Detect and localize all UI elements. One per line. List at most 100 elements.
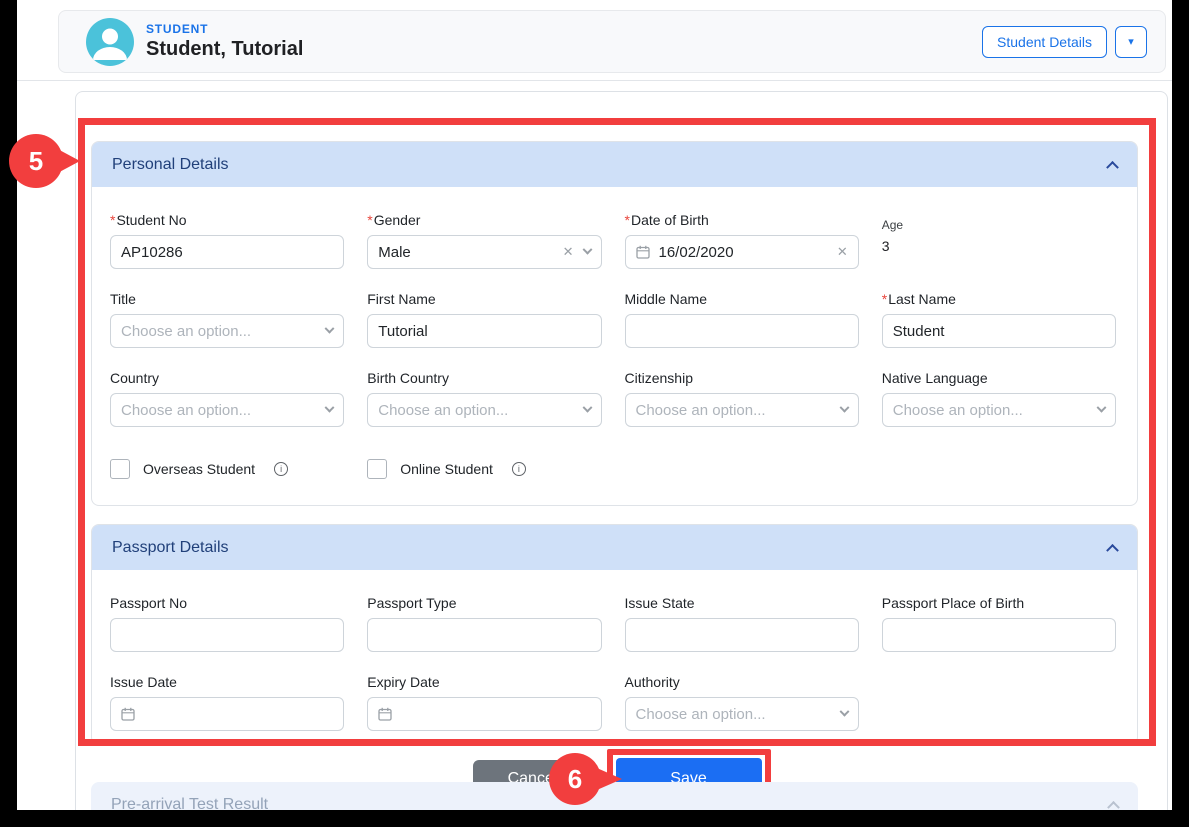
- step-number: 6: [568, 764, 582, 794]
- chevron-down-icon: [582, 402, 592, 412]
- chevron-up-icon: [1107, 801, 1120, 810]
- dob-label: Date of Birth: [631, 212, 709, 228]
- info-icon: i: [274, 462, 288, 476]
- required-marker: *: [110, 212, 115, 228]
- calendar-icon: [378, 707, 392, 721]
- student-details-dropdown-button[interactable]: ▾: [1115, 26, 1147, 58]
- field-student-no: *Student No: [110, 212, 344, 269]
- passport-details-body: Passport No Passport Type Issue State: [92, 570, 1137, 744]
- issue-state-input[interactable]: [625, 618, 859, 652]
- birth-country-placeholder: Choose an option...: [378, 402, 583, 419]
- passport-details-header[interactable]: Passport Details: [92, 525, 1137, 570]
- chevron-down-icon: [839, 706, 849, 716]
- passport-details-section: Passport Details Passport No Passport Ty…: [91, 524, 1138, 745]
- field-passport-type: Passport Type: [367, 595, 601, 652]
- dob-datepicker[interactable]: 16/02/2020 ✕: [625, 235, 859, 269]
- passport-place-of-birth-label: Passport Place of Birth: [882, 595, 1116, 611]
- personal-details-header[interactable]: Personal Details: [92, 142, 1137, 187]
- online-student-label: Online Student: [400, 461, 493, 477]
- citizenship-select[interactable]: Choose an option...: [625, 393, 859, 427]
- student-details-button[interactable]: Student Details: [982, 26, 1107, 58]
- authority-placeholder: Choose an option...: [636, 706, 841, 723]
- country-placeholder: Choose an option...: [121, 402, 326, 419]
- title-label: Title: [110, 291, 344, 307]
- header-text: STUDENT Student, Tutorial: [146, 22, 982, 61]
- field-issue-state: Issue State: [625, 595, 859, 652]
- online-student-field: Online Student i: [367, 459, 601, 479]
- age-value: 3: [882, 238, 1116, 254]
- dob-value: 16/02/2020: [659, 244, 734, 261]
- info-icon: i: [512, 462, 526, 476]
- native-language-select[interactable]: Choose an option...: [882, 393, 1116, 427]
- passport-type-input[interactable]: [367, 618, 601, 652]
- student-flags-row: Overseas Student i Online Student i: [110, 459, 1116, 505]
- student-no-label: Student No: [116, 212, 186, 228]
- clear-icon[interactable]: ✕: [837, 244, 848, 260]
- native-language-placeholder: Choose an option...: [893, 402, 1098, 419]
- chevron-down-icon: [582, 244, 592, 254]
- clear-icon[interactable]: ✕: [563, 244, 574, 260]
- header-actions: Student Details ▾: [982, 26, 1147, 58]
- citizenship-placeholder: Choose an option...: [636, 402, 841, 419]
- passport-type-label: Passport Type: [367, 595, 601, 611]
- page-title: Student, Tutorial: [146, 38, 982, 61]
- middle-name-label: Middle Name: [625, 291, 859, 307]
- passport-place-of-birth-input[interactable]: [882, 618, 1116, 652]
- birth-country-label: Birth Country: [367, 370, 601, 386]
- field-first-name: First Name: [367, 291, 601, 348]
- empty-cell: [882, 674, 1116, 731]
- issue-state-label: Issue State: [625, 595, 859, 611]
- native-language-label: Native Language: [882, 370, 1116, 386]
- chevron-down-icon: [839, 402, 849, 412]
- field-date-of-birth: *Date of Birth 16/02/2020: [625, 212, 859, 269]
- overseas-student-checkbox[interactable]: [110, 459, 130, 479]
- first-name-label: First Name: [367, 291, 601, 307]
- chevron-up-icon: [1106, 544, 1119, 557]
- section-title: Personal Details: [112, 156, 229, 174]
- first-name-input[interactable]: [367, 314, 601, 348]
- issue-date-datepicker[interactable]: [110, 697, 344, 731]
- online-student-checkbox[interactable]: [367, 459, 387, 479]
- gender-label: Gender: [374, 212, 421, 228]
- title-select[interactable]: Choose an option...: [110, 314, 344, 348]
- chevron-down-icon: [325, 402, 335, 412]
- section-title: Passport Details: [112, 539, 229, 557]
- expiry-date-label: Expiry Date: [367, 674, 601, 690]
- birth-country-select[interactable]: Choose an option...: [367, 393, 601, 427]
- field-issue-date: Issue Date: [110, 674, 344, 731]
- caret-down-icon: ▾: [1128, 35, 1134, 48]
- required-marker: *: [625, 212, 630, 228]
- student-no-input[interactable]: [110, 235, 344, 269]
- field-middle-name: Middle Name: [625, 291, 859, 348]
- entity-type-label: STUDENT: [146, 22, 982, 36]
- country-select[interactable]: Choose an option...: [110, 393, 344, 427]
- person-icon: [86, 18, 134, 66]
- field-title: Title Choose an option...: [110, 291, 344, 348]
- avatar: [86, 18, 134, 66]
- last-name-input[interactable]: [882, 314, 1116, 348]
- annotation-callout-6: 6: [548, 752, 624, 807]
- country-label: Country: [110, 370, 344, 386]
- gender-select[interactable]: Male ✕: [367, 235, 601, 269]
- field-birth-country: Birth Country Choose an option...: [367, 370, 601, 427]
- field-passport-place-of-birth: Passport Place of Birth: [882, 595, 1116, 652]
- step-number: 5: [29, 146, 43, 176]
- chevron-down-icon: [1097, 402, 1107, 412]
- citizenship-label: Citizenship: [625, 370, 859, 386]
- expiry-date-datepicker[interactable]: [367, 697, 601, 731]
- age-label: Age: [882, 218, 1116, 232]
- field-age: Age 3: [882, 212, 1116, 269]
- passport-no-label: Passport No: [110, 595, 344, 611]
- field-authority: Authority Choose an option...: [625, 674, 859, 731]
- student-header: STUDENT Student, Tutorial Student Detail…: [58, 10, 1166, 73]
- field-last-name: *Last Name: [882, 291, 1116, 348]
- student-form-card: Personal Details *Student No *Gender Mal…: [75, 91, 1168, 810]
- passport-no-input[interactable]: [110, 618, 344, 652]
- authority-select[interactable]: Choose an option...: [625, 697, 859, 731]
- gender-value: Male: [378, 244, 562, 261]
- field-passport-no: Passport No: [110, 595, 344, 652]
- title-placeholder: Choose an option...: [121, 323, 326, 340]
- header-divider: [17, 80, 1172, 81]
- middle-name-input[interactable]: [625, 314, 859, 348]
- field-gender: *Gender Male ✕: [367, 212, 601, 269]
